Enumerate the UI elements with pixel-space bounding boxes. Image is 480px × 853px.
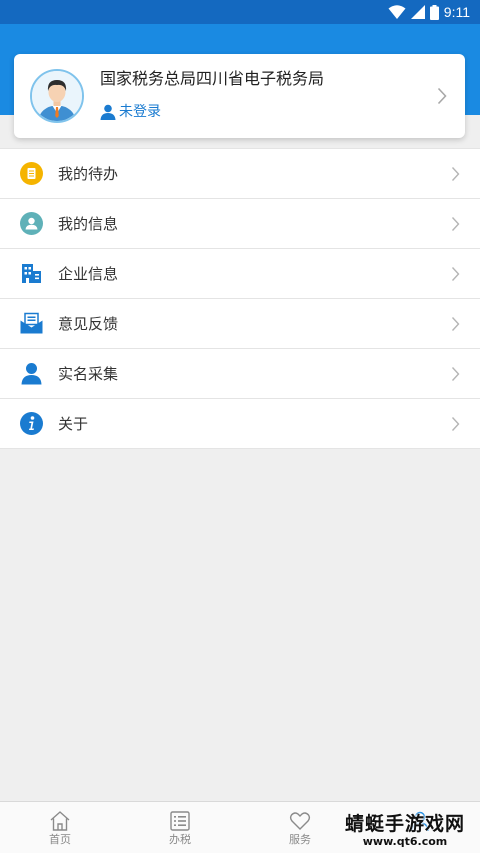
- chevron-right-icon: [451, 317, 460, 331]
- signal-icon: [410, 5, 425, 19]
- menu-item-todo[interactable]: 我的待办: [0, 149, 480, 199]
- avatar: [30, 69, 84, 123]
- login-status-text: 未登录: [119, 104, 161, 120]
- person-circle-icon: [20, 212, 43, 235]
- feedback-mail-icon: [20, 312, 43, 335]
- menu-item-about[interactable]: 关于: [0, 399, 480, 449]
- status-time: 9:11: [443, 4, 470, 20]
- menu-item-label: 我的待办: [58, 165, 119, 183]
- chevron-right-icon: [437, 87, 447, 105]
- info-icon: [20, 412, 43, 435]
- org-name: 国家税务总局四川省电子税务局: [100, 69, 325, 88]
- watermark: 蜻蜓手游戏网 www.qt6.com: [338, 813, 472, 853]
- status-icons: 9:11: [388, 3, 470, 21]
- menu-item-label: 意见反馈: [58, 315, 119, 333]
- chevron-right-icon: [451, 167, 460, 181]
- menu-item-label: 实名采集: [58, 365, 119, 383]
- menu-item-label: 企业信息: [58, 265, 119, 283]
- menu-item-label: 关于: [58, 415, 89, 433]
- battery-icon: [429, 4, 439, 20]
- menu-item-company-info[interactable]: 企业信息: [0, 249, 480, 299]
- tab-tax[interactable]: 办税: [120, 802, 240, 853]
- login-status[interactable]: 未登录: [100, 102, 161, 122]
- wifi-icon: [388, 5, 406, 19]
- chevron-right-icon: [451, 217, 460, 231]
- avatar-person-icon: [32, 71, 82, 121]
- menu-item-label: 我的信息: [58, 215, 119, 233]
- tab-label: 首页: [49, 833, 71, 846]
- tab-home[interactable]: 首页: [0, 802, 120, 853]
- todo-icon: [20, 162, 43, 185]
- profile-card[interactable]: 国家税务总局四川省电子税务局 未登录: [14, 54, 465, 138]
- watermark-main: 蜻蜓手游戏网: [344, 813, 465, 835]
- building-icon: [20, 262, 43, 285]
- status-bar: 9:11: [0, 0, 480, 24]
- list-icon: [170, 811, 190, 831]
- chevron-right-icon: [451, 267, 460, 281]
- user-icon: [100, 104, 116, 120]
- watermark-url: www.qt6.com: [362, 835, 448, 848]
- chevron-right-icon: [451, 417, 460, 431]
- person-icon: [20, 362, 43, 385]
- tab-label: 办税: [169, 833, 191, 846]
- chevron-right-icon: [451, 367, 460, 381]
- menu-list: 我的待办 我的信息 企业信息 意见反馈 实名采集 关于: [0, 148, 480, 449]
- menu-item-my-info[interactable]: 我的信息: [0, 199, 480, 249]
- home-icon: [50, 811, 70, 831]
- heart-icon: [289, 812, 311, 830]
- menu-item-feedback[interactable]: 意见反馈: [0, 299, 480, 349]
- menu-item-realname[interactable]: 实名采集: [0, 349, 480, 399]
